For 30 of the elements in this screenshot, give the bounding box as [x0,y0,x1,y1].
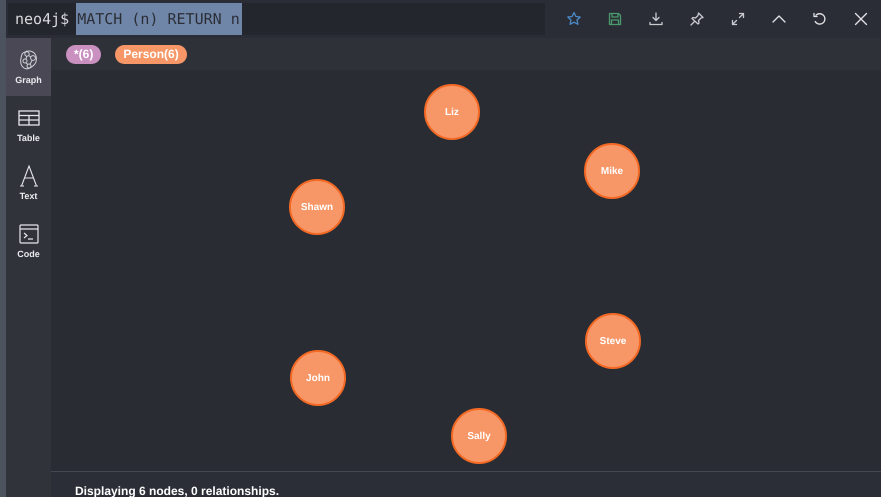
letter-a-icon [18,165,38,187]
graph-node[interactable]: Liz [424,84,480,140]
graph-node[interactable]: Steve [585,313,641,369]
label-chip[interactable]: Person(6) [115,44,187,64]
query-text[interactable]: MATCH (n) RETURN n [76,3,242,35]
terminal-icon [18,224,38,244]
sidebar-tab[interactable]: Code [6,212,51,270]
label-chip[interactable]: *(6) [66,44,102,64]
star-icon [566,11,582,27]
download-icon [648,11,664,27]
close-icon [852,11,868,27]
graph-node[interactable]: Sally [451,408,507,464]
pin-icon [688,11,704,27]
graph-node[interactable]: Mike [584,143,640,199]
query-editor[interactable]: neo4j$ MATCH (n) RETURN n [8,3,545,35]
sidebar-tab[interactable]: Table [6,96,51,154]
table-icon [18,110,40,126]
refresh-icon [812,11,828,27]
save-icon [606,11,622,27]
sidebar-tab[interactable]: Graph [6,38,51,96]
tab-label: Text [20,191,38,201]
sidebar-tab[interactable]: Text [6,154,51,212]
tab-label: Code [17,249,40,259]
graph-icon [18,49,38,71]
graph-node[interactable]: Shawn [289,179,345,235]
graph-node[interactable]: John [290,350,346,406]
prompt: neo4j$ [14,10,70,28]
tab-label: Table [17,133,40,143]
expand-icon [730,11,746,27]
tab-label: Graph [15,75,42,85]
